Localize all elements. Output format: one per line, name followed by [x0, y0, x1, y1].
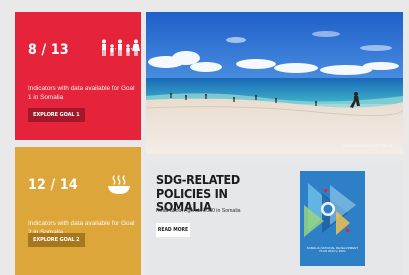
goal-1-indicator-count: 8 / 13 — [28, 42, 69, 58]
goal-2-card[interactable]: 12 / 14 Indicators with data available f… — [15, 147, 141, 275]
development-plan-cover[interactable]: SOMALIA NATIONAL DEVELOPMENT PLAN 2020 t… — [300, 171, 365, 266]
read-more-button[interactable]: READ MORE — [156, 223, 190, 237]
goal-1-card[interactable]: 8 / 13 Indicators with data available fo… — [15, 12, 141, 140]
hero-beach-photo: UN PHOTO/STUART PRICE — [146, 12, 403, 154]
photo-credit: UN PHOTO/STUART PRICE — [342, 144, 393, 148]
policy-card[interactable]: SDG-RELATED POLICIES IN SOMALIA Read abo… — [146, 161, 403, 275]
explore-goal-1-button[interactable]: EXPLORE GOAL 1 — [28, 108, 85, 122]
policy-subtitle: Read about Agenda 2030 in Somalia — [156, 208, 241, 214]
cover-title: SOMALIA NATIONAL DEVELOPMENT PLAN 2020 t… — [306, 246, 359, 254]
goal-1-description: Indicators with data available for Goal … — [28, 85, 135, 101]
bowl-icon — [108, 175, 130, 194]
family-icon — [102, 39, 140, 56]
beach-scene-image — [146, 12, 403, 154]
goal-2-indicator-count: 12 / 14 — [28, 177, 78, 193]
explore-goal-2-button[interactable]: EXPLORE GOAL 2 — [28, 233, 85, 247]
